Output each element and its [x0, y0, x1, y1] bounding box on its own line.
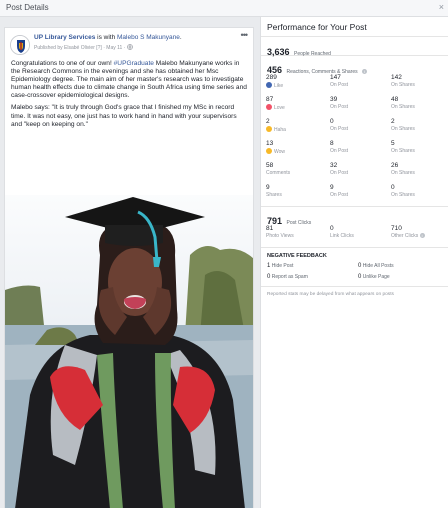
graduate-photo	[5, 195, 253, 508]
on-post-label: On Post	[330, 148, 349, 154]
hide-all-posts-label: Hide All Posts	[362, 263, 394, 269]
comments-on-post: 32	[330, 162, 338, 169]
on-post-label: On Post	[330, 104, 349, 110]
post-paragraph-1: Congratulations to one of our own! #UPGr…	[11, 60, 247, 100]
author-link[interactable]: UP Library Services	[34, 34, 95, 41]
link-clicks-label: Link Clicks	[330, 233, 354, 239]
on-shares-label: On Shares	[391, 126, 415, 132]
on-post-label: On Post	[330, 170, 349, 176]
hide-all-posts-value: 0	[358, 263, 362, 269]
close-icon[interactable]: ×	[439, 2, 444, 12]
photo-views-value: 81	[266, 225, 274, 232]
click-breakdown-row: 81 Photo Views 0 Link Clicks 710 Other Clic…	[261, 223, 448, 247]
reactions-total-row: 456 Reactions, Comments & Shares i	[261, 56, 448, 75]
people-reached-section: 3,636 People Reached	[261, 37, 448, 57]
love-on-shares: 48	[391, 96, 399, 103]
dialog-title: Post Details	[6, 3, 49, 12]
on-shares-label: On Shares	[391, 104, 415, 110]
reaction-row-love: 87 Love 39 On Post 48 On Shares	[261, 94, 448, 116]
negative-feedback-title: NEGATIVE FEEDBACK	[267, 253, 327, 259]
haha-on-post: 0	[330, 118, 334, 125]
report-spam-label: Report as Spam	[271, 274, 308, 280]
post-body: Congratulations to one of our own! #UPGr…	[11, 60, 249, 133]
post-card: UP Library Services is with Malebo S Mak…	[4, 27, 254, 508]
post-clicks-row: 791 Post Clicks	[261, 207, 448, 226]
info-icon[interactable]: i	[419, 233, 425, 238]
haha-label: Haha	[274, 127, 286, 133]
performance-title: Performance for Your Post	[261, 17, 448, 37]
hashtag-link[interactable]: #UPGraduate	[114, 60, 154, 67]
wow-total: 13	[266, 140, 274, 147]
unlike-page-value: 0	[358, 274, 362, 280]
dialog-header: Post Details ×	[0, 0, 448, 17]
stats-footer-note: Reported stats may be delayed from what …	[267, 292, 394, 297]
reaction-row-comments: 58 Comments 32 On Post 26 On Shares	[261, 160, 448, 182]
love-label: Love	[274, 105, 285, 111]
on-shares-label: On Shares	[391, 82, 415, 88]
reaction-row-like: 289 Like 147 On Post 142 On Shares	[261, 72, 448, 94]
is-with-text: is with	[97, 34, 116, 41]
on-shares-label: On Shares	[391, 192, 415, 198]
haha-on-shares: 2	[391, 118, 395, 125]
hide-post-label: Hide Post	[271, 263, 294, 269]
reactions-section: 456 Reactions, Comments & Shares i 289 Li…	[261, 56, 448, 207]
shares-total: 9	[266, 184, 270, 191]
wow-on-post: 8	[330, 140, 334, 147]
shares-on-shares: 0	[391, 184, 395, 191]
negative-feedback-section: NEGATIVE FEEDBACK 1 Hide Post 0 Hide All…	[261, 248, 448, 287]
page-avatar[interactable]	[10, 35, 30, 55]
link-clicks-value: 0	[330, 225, 334, 232]
negative-row-1: 1 Hide Post 0 Hide All Posts	[261, 261, 448, 272]
globe-icon	[126, 44, 133, 50]
on-post-label: On Post	[330, 192, 349, 198]
post-photo[interactable]	[5, 195, 253, 508]
wow-icon	[266, 148, 272, 154]
like-total: 289	[266, 74, 277, 81]
haha-icon	[266, 126, 272, 132]
love-total: 87	[266, 96, 274, 103]
post-paragraph-2: Malebo says: "It is truly through God's …	[11, 104, 237, 128]
reaction-row-wow: 13 Wow 8 On Post 5 On Shares	[261, 138, 448, 160]
haha-total: 2	[266, 118, 270, 125]
reaction-row-shares: 9 Shares 9 On Post 0 On Shares	[261, 182, 448, 206]
shares-on-post: 9	[330, 184, 334, 191]
report-spam-value: 0	[267, 274, 271, 280]
other-clicks-label: Other Clicks	[391, 233, 419, 239]
like-label: Like	[274, 83, 284, 89]
photo-views-label: Photo Views	[266, 233, 294, 239]
university-crest-icon	[11, 36, 29, 54]
on-post-label: On Post	[330, 82, 349, 88]
like-on-post: 147	[330, 74, 341, 81]
comments-total: 58	[266, 162, 274, 169]
comments-on-shares: 26	[391, 162, 399, 169]
wow-label: Wow	[274, 149, 286, 155]
wow-on-shares: 5	[391, 140, 395, 147]
post-date[interactable]: May 11	[106, 45, 122, 51]
published-by: Published by Elsabé Olivier	[34, 45, 95, 51]
post-header: UP Library Services is with Malebo S Mak…	[34, 34, 182, 51]
negative-row-2: 0 Report as Spam 0 Unlike Page	[261, 272, 448, 283]
tagged-person-link[interactable]: Malebo S Makunyane	[117, 34, 180, 41]
other-clicks-value: 710	[391, 225, 402, 232]
on-post-label: On Post	[330, 126, 349, 132]
reaction-row-haha: 2 Haha 0 On Post 2 On Shares	[261, 116, 448, 138]
on-shares-label: On Shares	[391, 170, 415, 176]
love-on-post: 39	[330, 96, 338, 103]
post-clicks-section: 791 Post Clicks 81 Photo Views 0 Link Clic…	[261, 207, 448, 248]
like-on-shares: 142	[391, 74, 402, 81]
unlike-page-label: Unlike Page	[362, 274, 390, 280]
hide-post-value: 1	[267, 263, 271, 269]
like-icon	[266, 82, 272, 88]
post-options-icon[interactable]: •••	[241, 30, 249, 40]
shares-label: Shares	[266, 192, 282, 198]
love-icon	[266, 104, 272, 110]
published-by-suffix[interactable]: [?]	[96, 45, 102, 51]
on-shares-label: On Shares	[391, 148, 415, 154]
performance-panel: Performance for Your Post 3,636 People R…	[260, 17, 448, 508]
comments-label: Comments	[266, 170, 291, 176]
